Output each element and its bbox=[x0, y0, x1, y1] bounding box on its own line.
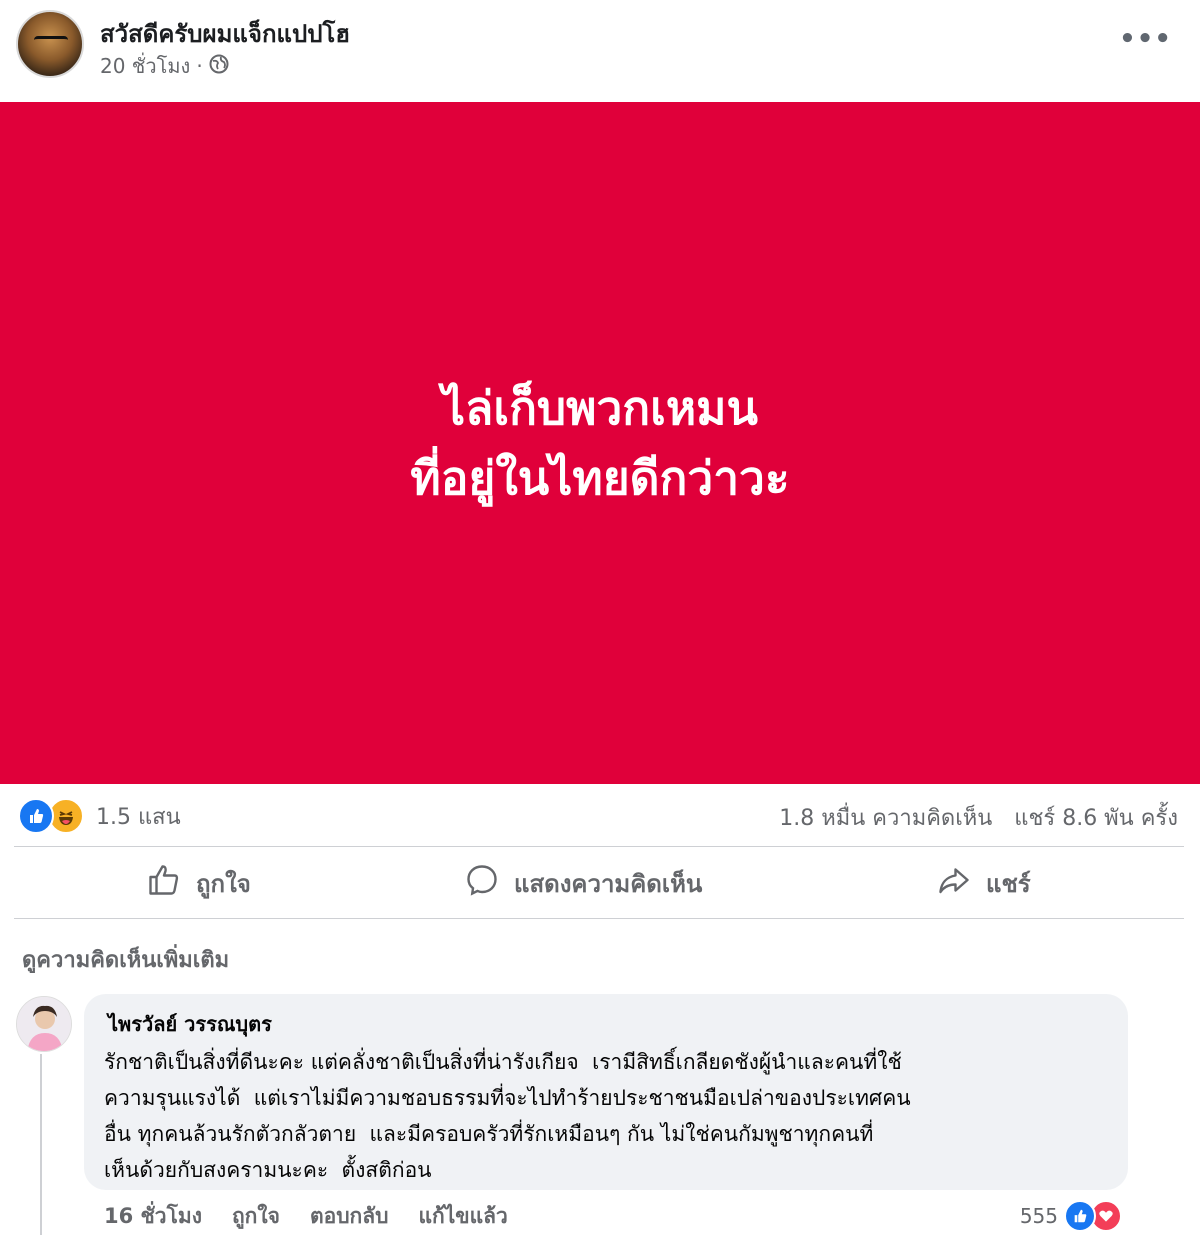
like-icon bbox=[146, 862, 182, 904]
banner-line-2: ที่อยู่ในไทยดีกว่าวะ bbox=[410, 451, 790, 505]
comment-line: รักชาติเป็นสิ่งที่ดีนะคะ แต่คลั่งชาติเป็… bbox=[104, 1050, 902, 1074]
comment-edited-label[interactable]: แก้ไขแล้ว bbox=[418, 1200, 507, 1233]
comment-line: เห็นด้วยกับสงครามนะคะ ￼ ตั้งสติก่อน bbox=[104, 1158, 432, 1182]
share-label: แชร์ bbox=[986, 869, 1031, 898]
share-icon bbox=[936, 862, 972, 904]
post-meta: 20 ชั่วโมง · bbox=[100, 50, 229, 82]
meta-separator: · bbox=[196, 54, 203, 78]
reaction-count: 1.5 แสน bbox=[96, 804, 181, 830]
like-button[interactable]: ถูกใจ bbox=[146, 858, 251, 908]
post-author-name[interactable]: สวัสดีครับผมแจ็กแปปโฮ bbox=[100, 14, 350, 53]
author-avatar[interactable] bbox=[16, 10, 84, 78]
comment-time[interactable]: 16 ชั่วโมง bbox=[104, 1200, 202, 1233]
comment-line: อื่น ￼ทุกคนล้วนรักตัวกลัวตาย ￼ และมีครอบ… bbox=[104, 1122, 874, 1146]
comment-reply-button[interactable]: ตอบกลับ bbox=[310, 1200, 389, 1233]
comment-icon bbox=[464, 862, 500, 904]
avatar-glasses-shape bbox=[34, 36, 68, 47]
globe-icon bbox=[209, 54, 229, 79]
comment-text: รักชาติเป็นสิ่งที่ดีนะคะ แต่คลั่งชาติเป็… bbox=[104, 1044, 1108, 1188]
post-stats: 1.8 หมื่น ความคิดเห็น แชร์ 8.6 พัน ครั้ง bbox=[779, 800, 1178, 835]
post-text-banner: ไล่เก็บพวกเหมน ที่อยู่ในไทยดีกว่าวะ bbox=[0, 102, 1200, 784]
comment-like-button[interactable]: ถูกใจ bbox=[232, 1200, 280, 1233]
divider-top bbox=[14, 846, 1184, 847]
commenter-name[interactable]: ไพรวัลย์ วรรณบุตร bbox=[108, 1008, 1108, 1040]
share-count[interactable]: แชร์ 8.6 พัน ครั้ง bbox=[1014, 800, 1178, 835]
more-options-icon[interactable]: ••• bbox=[1119, 24, 1172, 54]
comment-line: ความรุนแรงได้ ￼ แต่เราไม่มีความชอบธรรมที… bbox=[104, 1086, 911, 1110]
comment-thread-line bbox=[40, 1054, 42, 1235]
commenter-avatar[interactable] bbox=[16, 996, 72, 1052]
share-button[interactable]: แชร์ bbox=[936, 858, 1031, 908]
post-time[interactable]: 20 ชั่วโมง bbox=[100, 50, 190, 82]
comment-count[interactable]: 1.8 หมื่น ความคิดเห็น bbox=[779, 800, 992, 835]
comment-button[interactable]: แสดงความคิดเห็น bbox=[464, 858, 702, 908]
divider-bottom bbox=[14, 918, 1184, 919]
like-reaction-icon bbox=[18, 798, 54, 834]
comment-label: แสดงความคิดเห็น bbox=[514, 869, 703, 898]
banner-line-1: ไล่เก็บพวกเหมน bbox=[442, 381, 758, 435]
comment-reaction-count: 555 bbox=[1019, 1204, 1058, 1228]
view-more-comments-link[interactable]: ดูความคิดเห็นเพิ่มเติม bbox=[22, 942, 229, 977]
reaction-summary[interactable]: 1.5 แสน bbox=[18, 798, 181, 834]
comment-reaction-summary[interactable]: 555 bbox=[1020, 1200, 1122, 1232]
like-reaction-icon bbox=[1064, 1200, 1096, 1232]
comment-actions: 16 ชั่วโมง ถูกใจ ตอบกลับ แก้ไขแล้ว bbox=[104, 1200, 508, 1233]
comment-bubble: ไพรวัลย์ วรรณบุตร รักชาติเป็นสิ่งที่ดีนะ… bbox=[84, 994, 1128, 1190]
like-label: ถูกใจ bbox=[196, 869, 251, 898]
